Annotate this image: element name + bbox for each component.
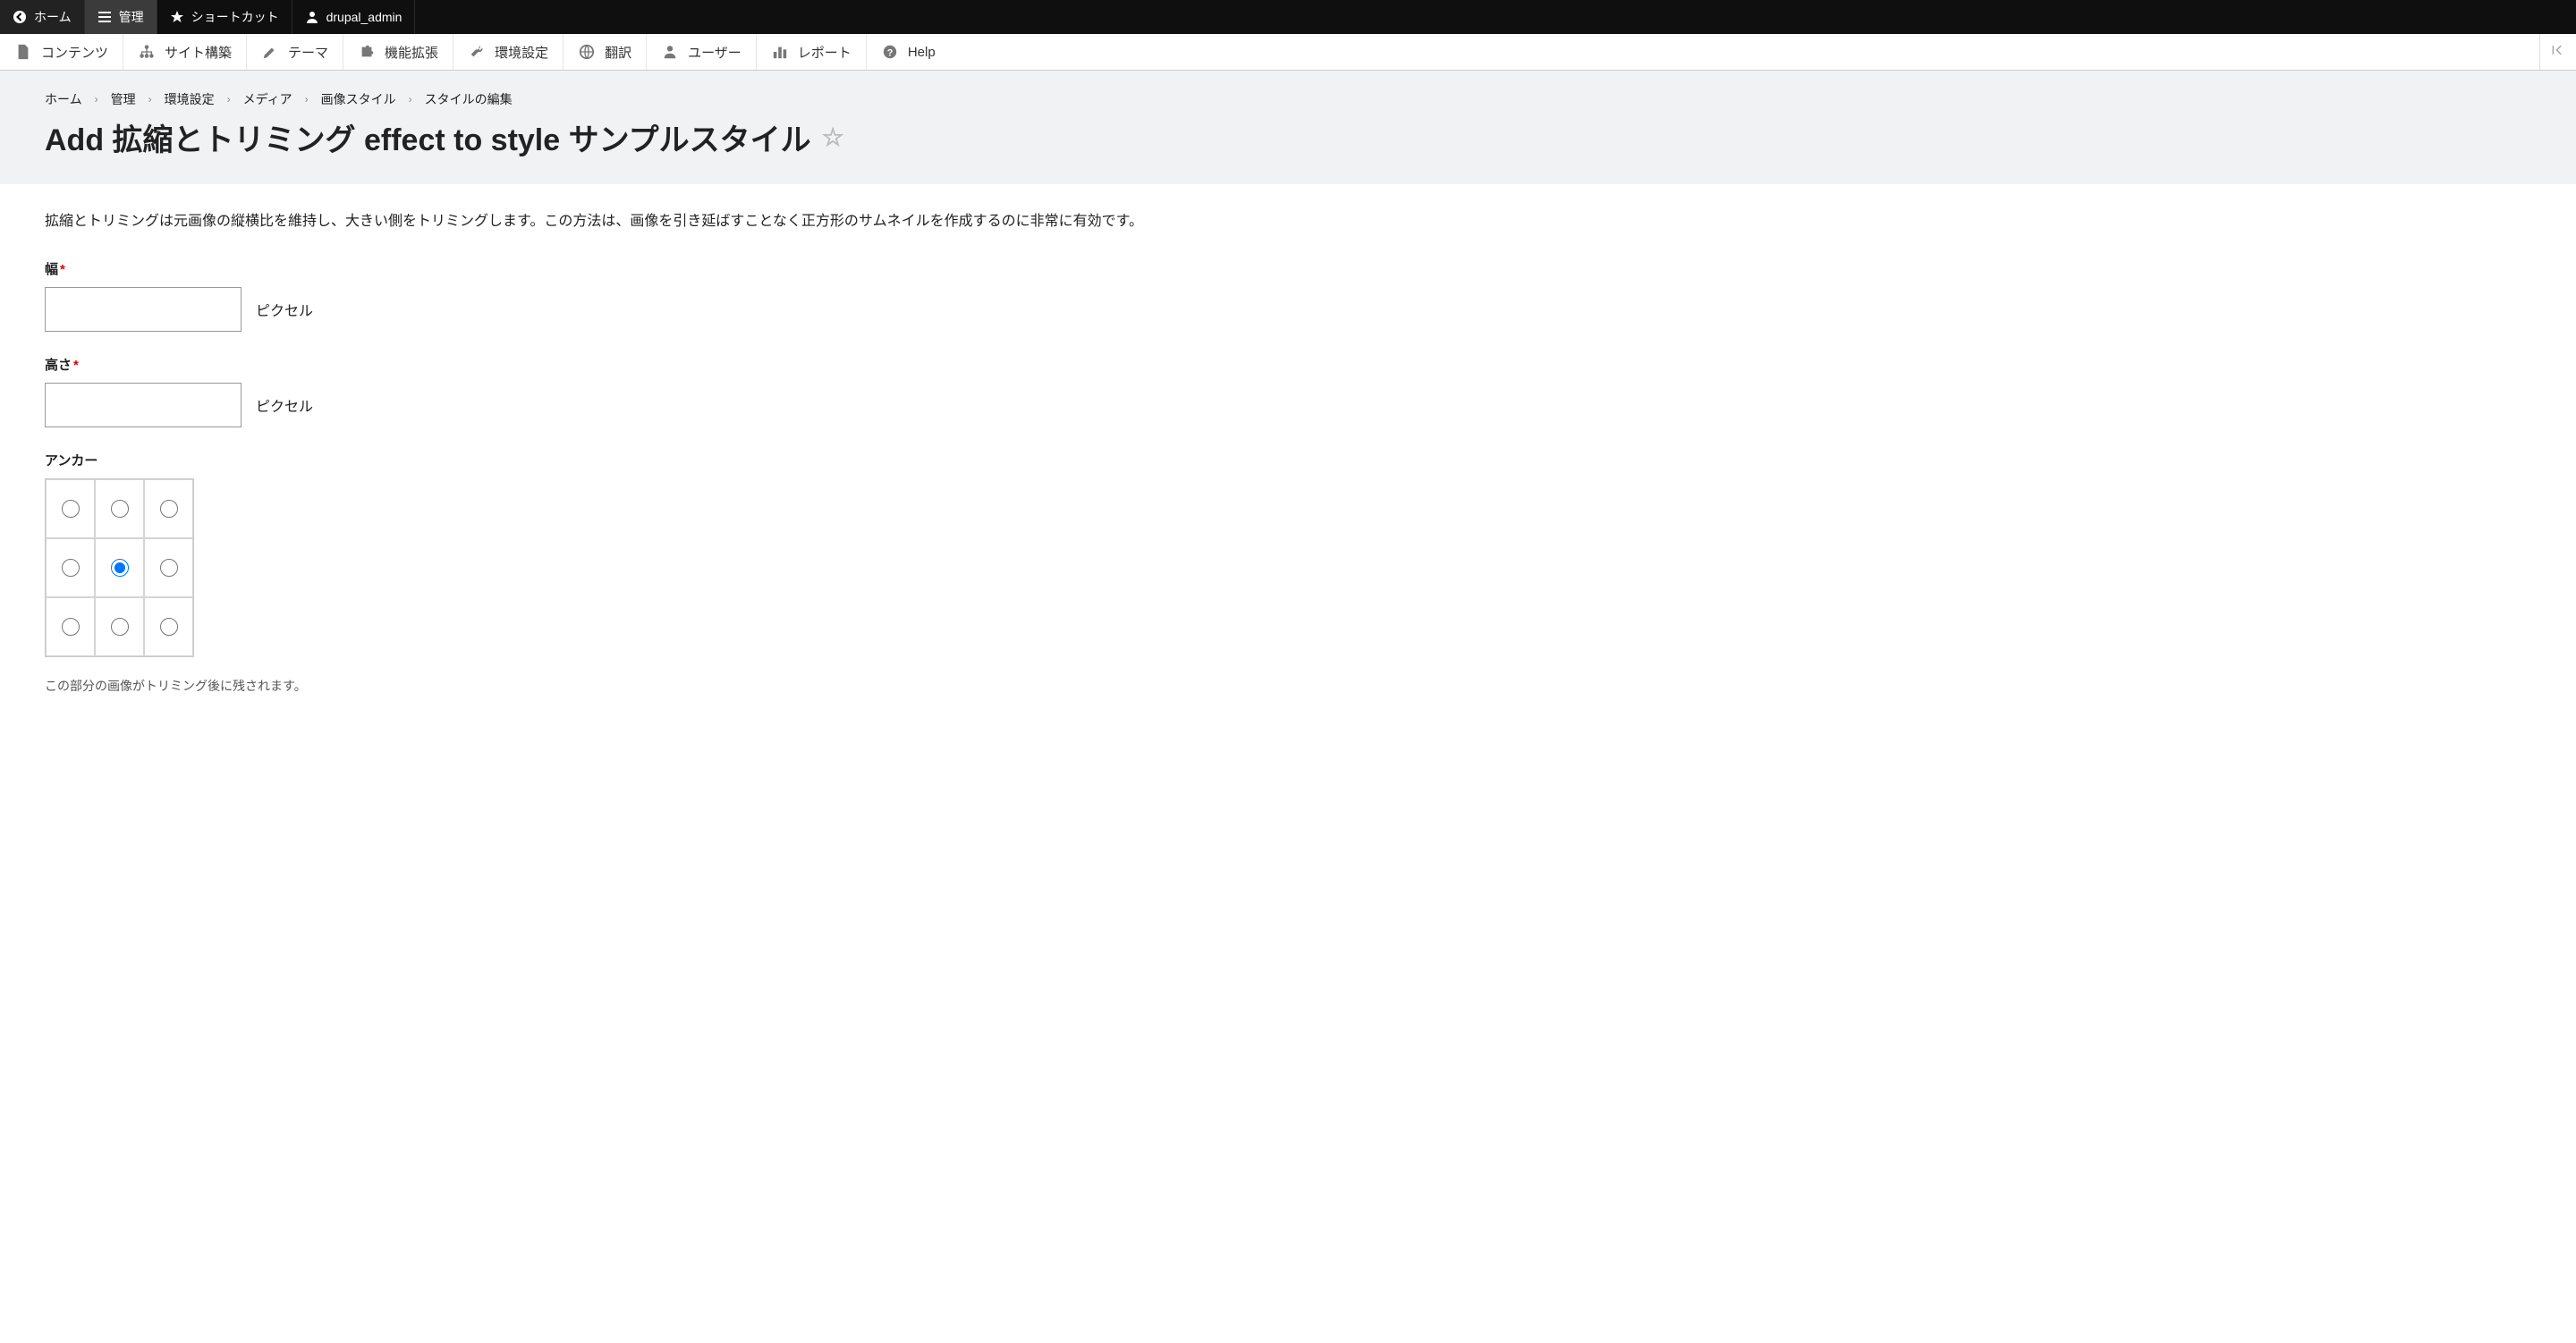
effect-description: 拡縮とトリミングは元画像の縦横比を維持し、大きい側をトリミングします。この方法は… xyxy=(45,211,2531,232)
main-content: 拡縮とトリミングは元画像の縦横比を維持し、大きい側をトリミングします。この方法は… xyxy=(0,184,2576,745)
back-icon xyxy=(13,10,27,24)
breadcrumb-link[interactable]: メディア xyxy=(243,90,292,108)
brush-icon xyxy=(261,43,279,61)
chevron-right-icon: › xyxy=(95,93,98,106)
adminmenu-content[interactable]: コンテンツ xyxy=(0,34,123,70)
admin-menu: コンテンツ サイト構築 テーマ 機能拡張 環境設定 翻訳 ユーザー レポート ?… xyxy=(0,34,2576,71)
favorite-star-icon[interactable]: ☆ xyxy=(822,122,844,152)
adminmenu-translation[interactable]: 翻訳 xyxy=(563,34,646,70)
header-region: ホーム › 管理 › 環境設定 › メディア › 画像スタイル › スタイルの編… xyxy=(0,71,2576,184)
topbar-back-home[interactable]: ホーム xyxy=(0,0,85,34)
chevron-right-icon: › xyxy=(227,93,231,106)
puzzle-icon xyxy=(358,43,376,61)
required-marker: * xyxy=(73,358,79,373)
topbar-home-label: ホーム xyxy=(34,8,72,26)
hamburger-icon xyxy=(97,10,112,24)
anchor-grid xyxy=(45,478,194,657)
svg-text:?: ? xyxy=(887,48,894,59)
width-label-text: 幅 xyxy=(45,262,58,277)
adminmenu-reports[interactable]: レポート xyxy=(756,34,866,70)
anchor-center-left[interactable] xyxy=(46,538,95,597)
width-input[interactable] xyxy=(45,287,242,332)
person-icon xyxy=(661,43,679,61)
anchor-label: アンカー xyxy=(45,451,2531,469)
form-item-anchor: アンカー この部分の画像がトリミング後に残されます。 xyxy=(45,451,2531,695)
chevron-right-icon: › xyxy=(409,93,412,106)
adminmenu-label: 環境設定 xyxy=(495,43,548,62)
adminmenu-label: レポート xyxy=(798,43,852,62)
anchor-top-center[interactable] xyxy=(95,479,144,538)
width-label: 幅* xyxy=(45,259,2531,278)
adminmenu-label: 翻訳 xyxy=(605,43,631,62)
spacer xyxy=(950,34,2539,70)
adminmenu-label: テーマ xyxy=(288,43,328,62)
wrench-icon xyxy=(468,43,486,61)
collapse-icon xyxy=(2551,43,2565,61)
anchor-top-left[interactable] xyxy=(46,479,95,538)
adminmenu-label: コンテンツ xyxy=(41,43,108,62)
form-item-height: 高さ* ピクセル xyxy=(45,355,2531,427)
star-icon xyxy=(170,10,184,24)
adminmenu-config[interactable]: 環境設定 xyxy=(453,34,563,70)
adminmenu-structure[interactable]: サイト構築 xyxy=(123,34,246,70)
adminmenu-label: ユーザー xyxy=(688,43,741,62)
anchor-bottom-center[interactable] xyxy=(95,597,144,656)
anchor-center-center[interactable] xyxy=(95,538,144,597)
adminmenu-collapse[interactable] xyxy=(2539,34,2576,70)
adminmenu-label: 機能拡張 xyxy=(385,43,438,62)
breadcrumb-link[interactable]: 環境設定 xyxy=(165,90,215,108)
chevron-right-icon: › xyxy=(305,93,309,106)
breadcrumb-link[interactable]: ホーム xyxy=(45,90,82,108)
topbar-shortcuts[interactable]: ショートカット xyxy=(157,0,292,34)
topbar-user[interactable]: drupal_admin xyxy=(292,0,416,34)
height-suffix: ピクセル xyxy=(256,394,313,416)
page-title: Add 拡縮とトリミング effect to style サンプルスタイル ☆ xyxy=(45,115,2531,159)
height-label-text: 高さ xyxy=(45,358,72,373)
barchart-icon xyxy=(771,43,789,61)
anchor-center-right[interactable] xyxy=(144,538,193,597)
topbar-manage[interactable]: 管理 xyxy=(85,0,157,34)
topbar-shortcuts-label: ショートカット xyxy=(191,8,279,26)
document-icon xyxy=(14,43,32,61)
chevron-right-icon: › xyxy=(148,93,152,106)
adminmenu-appearance[interactable]: テーマ xyxy=(246,34,343,70)
anchor-top-right[interactable] xyxy=(144,479,193,538)
adminmenu-label: サイト構築 xyxy=(165,43,232,62)
topbar-user-label: drupal_admin xyxy=(326,10,402,24)
breadcrumb-link[interactable]: 管理 xyxy=(111,90,136,108)
topbar-manage-label: 管理 xyxy=(119,8,144,26)
breadcrumb-link[interactable]: スタイルの編集 xyxy=(425,90,513,108)
anchor-bottom-right[interactable] xyxy=(144,597,193,656)
adminmenu-help[interactable]: ? Help xyxy=(866,34,950,70)
height-input[interactable] xyxy=(45,383,242,427)
topbar: ホーム 管理 ショートカット drupal_admin xyxy=(0,0,2576,34)
form-item-width: 幅* ピクセル xyxy=(45,259,2531,332)
page-title-text: Add 拡縮とトリミング effect to style サンプルスタイル xyxy=(45,115,811,159)
adminmenu-people[interactable]: ユーザー xyxy=(646,34,756,70)
hierarchy-icon xyxy=(138,43,156,61)
help-icon: ? xyxy=(881,43,899,61)
globe-icon xyxy=(578,43,596,61)
anchor-help-text: この部分の画像がトリミング後に残されます。 xyxy=(45,677,2531,695)
width-suffix: ピクセル xyxy=(256,299,313,320)
adminmenu-extend[interactable]: 機能拡張 xyxy=(343,34,453,70)
anchor-bottom-left[interactable] xyxy=(46,597,95,656)
user-icon xyxy=(305,10,319,24)
required-marker: * xyxy=(60,262,65,277)
breadcrumb: ホーム › 管理 › 環境設定 › メディア › 画像スタイル › スタイルの編… xyxy=(45,90,2531,108)
breadcrumb-link[interactable]: 画像スタイル xyxy=(321,90,396,108)
height-label: 高さ* xyxy=(45,355,2531,374)
adminmenu-label: Help xyxy=(908,45,936,60)
